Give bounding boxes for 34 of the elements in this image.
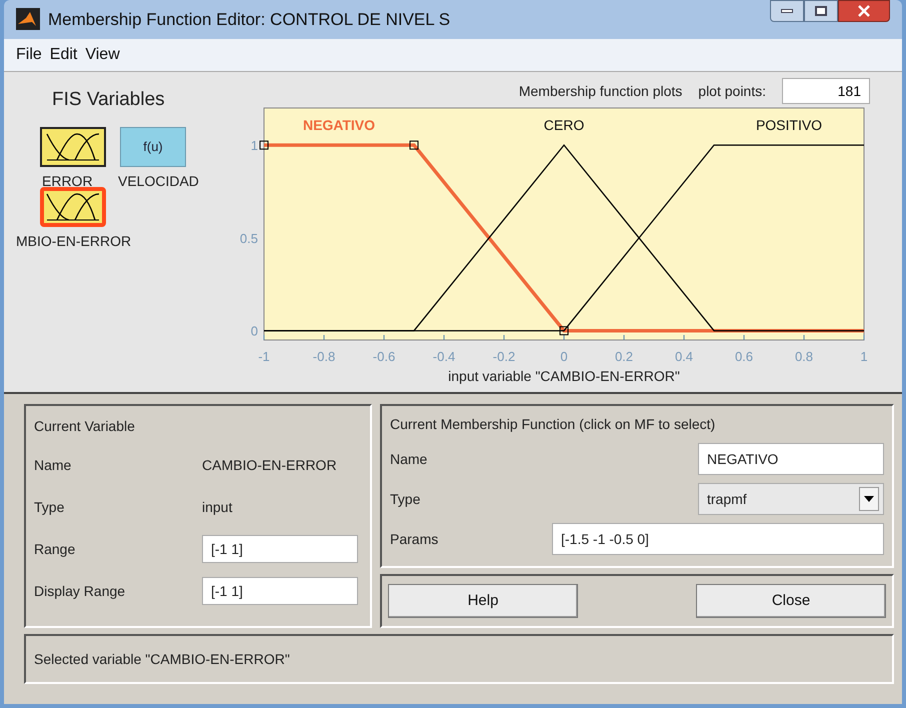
x-tick-label: -0.4 <box>432 349 456 364</box>
field-label: Type <box>34 498 66 517</box>
x-tick-label: 0.2 <box>614 349 634 364</box>
section-title: FIS Variables <box>52 88 166 112</box>
field-label: Name <box>390 450 428 468</box>
x-tick-label: -0.2 <box>492 349 516 364</box>
field-label: Params <box>390 530 438 548</box>
field-label: Range <box>34 540 76 559</box>
panel-title: Current Membership Function (click on MF to select) <box>390 415 716 434</box>
x-tick-label: 0.6 <box>734 349 754 364</box>
y-tick-label: 1 <box>250 138 258 154</box>
plot-title: Membership function plots <box>518 82 682 101</box>
status-text: Selected variable "CAMBIO-EN-ERROR" <box>34 650 290 668</box>
variable-label: MBIO-EN-ERROR <box>16 232 132 250</box>
variable-type: input <box>202 498 232 517</box>
field-label: Name <box>34 456 72 474</box>
variable-label: ERROR <box>42 172 93 190</box>
window-title: Membership Function Editor: CONTROL DE NIVEL S <box>48 8 450 31</box>
x-tick-label: -0.8 <box>312 349 336 364</box>
x-axis-label: input variable "CAMBIO-EN-ERROR" <box>448 368 680 384</box>
x-tick-label: 1 <box>860 349 868 364</box>
x-tick-label: 0.4 <box>674 349 694 364</box>
field-label: Display Range <box>34 582 126 601</box>
y-tick-label: 0.5 <box>240 230 258 246</box>
x-tick-label: -0.6 <box>372 349 396 364</box>
variable-name: CAMBIO-EN-ERROR <box>202 456 337 474</box>
x-tick-label: 0.8 <box>794 349 814 364</box>
field-label: Type <box>390 490 420 509</box>
x-tick-label: -1 <box>258 349 270 364</box>
plot-points-label: plot points: <box>698 82 766 101</box>
panel-title: Current Variable <box>34 417 136 436</box>
variable-label: VELOCIDAD <box>118 172 199 190</box>
y-tick-label: 0 <box>250 324 258 339</box>
x-tick-label: 0 <box>560 349 568 364</box>
